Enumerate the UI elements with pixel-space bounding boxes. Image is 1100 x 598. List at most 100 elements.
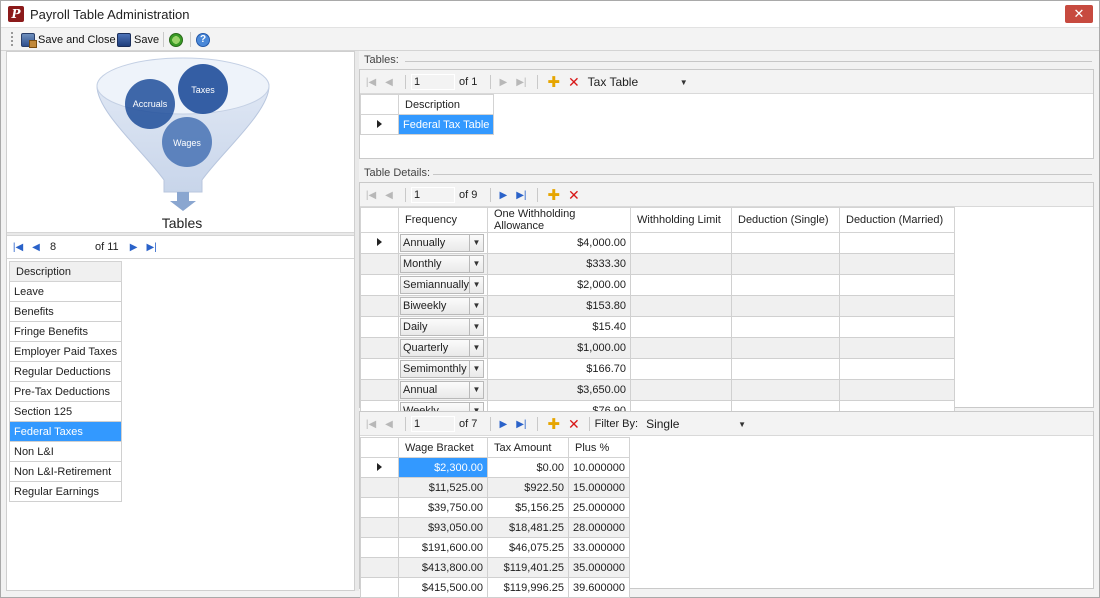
save-and-close-button[interactable]: Save and Close (21, 31, 116, 48)
allowance-cell[interactable]: $2,000.00 (487, 274, 631, 296)
list-item-label[interactable]: Employer Paid Taxes (8, 341, 123, 362)
tax-amount-header[interactable]: Tax Amount (487, 437, 569, 458)
list-item-label[interactable]: Benefits (8, 301, 123, 322)
table-row[interactable]: $191,600.00 $46,075.25 33.000000 (360, 537, 630, 558)
tax-amount-cell[interactable]: $119,401.25 (487, 557, 569, 578)
wage-bracket-cell[interactable]: $413,800.00 (398, 557, 488, 578)
next-record-icon[interactable]: ▶ (496, 417, 510, 431)
deduction-married-cell[interactable] (839, 379, 955, 401)
chevron-down-icon[interactable]: ▼ (469, 298, 483, 314)
last-record-icon[interactable]: ▶| (514, 188, 528, 202)
table-row[interactable]: Biweekly ▼ $153.80 (360, 295, 955, 317)
tables-description-cell[interactable]: Federal Tax Table (397, 114, 495, 135)
list-item-label[interactable]: Section 125 (8, 401, 123, 422)
table-row[interactable]: Federal Tax Table (360, 114, 495, 135)
chevron-down-icon[interactable]: ▼ (469, 382, 483, 398)
withholding-limit-cell[interactable] (630, 274, 732, 296)
next-record-icon[interactable]: ▶ (496, 75, 510, 89)
filter-combo[interactable]: Single ▼ (642, 416, 750, 432)
first-record-icon[interactable]: |◀ (364, 417, 378, 431)
list-item[interactable]: Regular Earnings (8, 481, 123, 502)
wage-bracket-cell[interactable]: $93,050.00 (398, 517, 488, 538)
allowance-cell[interactable]: $1,000.00 (487, 337, 631, 359)
first-record-icon[interactable]: |◀ (364, 188, 378, 202)
deduction-married-cell[interactable] (839, 316, 955, 338)
table-row[interactable]: Monthly ▼ $333.30 (360, 253, 955, 275)
list-item[interactable]: Non L&I (8, 441, 123, 462)
list-item-label[interactable]: Regular Deductions (8, 361, 123, 382)
deduction-married-header[interactable]: Deduction (Married) (839, 207, 955, 233)
tax-amount-cell[interactable]: $18,481.25 (487, 517, 569, 538)
table-row[interactable]: $93,050.00 $18,481.25 28.000000 (360, 517, 630, 538)
list-item[interactable]: Federal Taxes (8, 421, 123, 442)
table-row[interactable]: Annual ▼ $3,650.00 (360, 379, 955, 401)
deduction-single-header[interactable]: Deduction (Single) (731, 207, 840, 233)
withholding-limit-cell[interactable] (630, 232, 732, 254)
tax-amount-cell[interactable]: $46,075.25 (487, 537, 569, 558)
last-record-icon[interactable]: ▶| (514, 417, 528, 431)
tax-amount-cell[interactable]: $119,996.25 (487, 577, 569, 598)
withholding-limit-cell[interactable] (630, 253, 732, 275)
deduction-single-cell[interactable] (731, 358, 840, 380)
plus-percent-header[interactable]: Plus % (568, 437, 630, 458)
details-position-input[interactable]: 1 (411, 187, 455, 203)
title-bar[interactable]: P Payroll Table Administration ✕ (1, 1, 1099, 28)
list-item[interactable]: Employer Paid Taxes (8, 341, 123, 362)
table-row[interactable]: Annually ▼ $4,000.00 (360, 232, 955, 254)
chevron-down-icon[interactable]: ▼ (469, 319, 483, 335)
list-item[interactable]: Section 125 (8, 401, 123, 422)
table-type-combo[interactable]: Tax Table ▼ (584, 74, 692, 90)
allowance-header[interactable]: One Withholding Allowance (487, 207, 631, 233)
table-row[interactable]: $2,300.00 $0.00 10.000000 (360, 457, 630, 478)
list-item[interactable]: Leave (8, 281, 123, 302)
first-record-icon[interactable]: |◀ (364, 75, 378, 89)
list-item-label[interactable]: Federal Taxes (8, 421, 123, 442)
deduction-married-cell[interactable] (839, 253, 955, 275)
next-record-icon[interactable]: ▶ (127, 240, 141, 254)
refresh-button[interactable] (169, 31, 183, 48)
tax-amount-cell[interactable]: $922.50 (487, 477, 569, 498)
plus-percent-cell[interactable]: 15.000000 (568, 477, 630, 498)
list-item[interactable]: Pre-Tax Deductions (8, 381, 123, 402)
deduction-married-cell[interactable] (839, 295, 955, 317)
withholding-limit-cell[interactable] (630, 379, 732, 401)
delete-icon[interactable]: ✕ (568, 74, 580, 91)
chevron-down-icon[interactable]: ▼ (469, 256, 483, 272)
last-record-icon[interactable]: ▶| (514, 75, 528, 89)
allowance-cell[interactable]: $15.40 (487, 316, 631, 338)
frequency-dropdown[interactable]: Annual ▼ (400, 381, 484, 399)
tax-amount-cell[interactable]: $0.00 (487, 457, 569, 478)
frequency-header[interactable]: Frequency (398, 207, 488, 233)
chevron-down-icon[interactable]: ▼ (469, 277, 483, 293)
deduction-married-cell[interactable] (839, 337, 955, 359)
frequency-dropdown[interactable]: Quarterly ▼ (400, 339, 484, 357)
withholding-limit-header[interactable]: Withholding Limit (630, 207, 732, 233)
allowance-cell[interactable]: $3,650.00 (487, 379, 631, 401)
allowance-cell[interactable]: $4,000.00 (487, 232, 631, 254)
left-position-input[interactable]: 8 (47, 239, 91, 255)
plus-percent-cell[interactable]: 33.000000 (568, 537, 630, 558)
table-row[interactable]: Semimonthly ▼ $166.70 (360, 358, 955, 380)
close-button[interactable]: ✕ (1065, 5, 1093, 23)
frequency-dropdown[interactable]: Semimonthly ▼ (400, 360, 484, 378)
list-item-label[interactable]: Non L&I (8, 441, 123, 462)
table-row[interactable]: Semiannually ▼ $2,000.00 (360, 274, 955, 296)
save-button[interactable]: Save (117, 31, 159, 48)
deduction-married-cell[interactable] (839, 274, 955, 296)
frequency-cell[interactable]: Daily ▼ (398, 316, 488, 338)
deduction-married-cell[interactable] (839, 232, 955, 254)
table-row[interactable]: $413,800.00 $119,401.25 35.000000 (360, 557, 630, 578)
frequency-dropdown[interactable]: Daily ▼ (400, 318, 484, 336)
table-row[interactable]: Quarterly ▼ $1,000.00 (360, 337, 955, 359)
wage-bracket-header[interactable]: Wage Bracket (398, 437, 488, 458)
delete-icon[interactable]: ✕ (568, 187, 580, 204)
tables-position-input[interactable]: 1 (411, 74, 455, 90)
frequency-cell[interactable]: Quarterly ▼ (398, 337, 488, 359)
toolbar-grip[interactable] (11, 32, 14, 46)
list-item[interactable]: Fringe Benefits (8, 321, 123, 342)
frequency-dropdown[interactable]: Biweekly ▼ (400, 297, 484, 315)
frequency-dropdown[interactable]: Monthly ▼ (400, 255, 484, 273)
list-item-label[interactable]: Non L&I-Retirement (8, 461, 123, 482)
frequency-dropdown[interactable]: Annually ▼ (400, 234, 484, 252)
withholding-limit-cell[interactable] (630, 358, 732, 380)
